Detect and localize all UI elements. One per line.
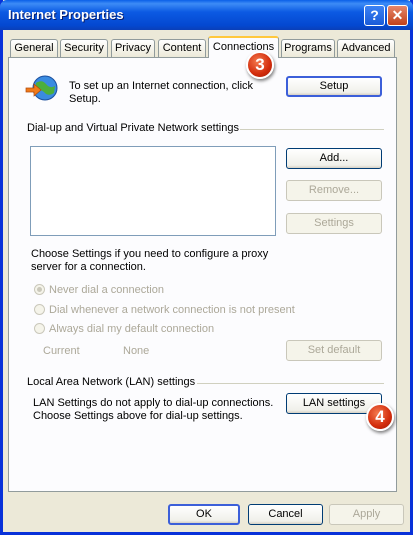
connections-listbox[interactable] (30, 146, 276, 236)
step-4-badge: 4 (366, 403, 394, 431)
close-icon[interactable]: ✕ (387, 5, 408, 26)
apply-button[interactable]: Apply (329, 504, 404, 525)
current-value: None (123, 345, 150, 357)
tab-general[interactable]: General (10, 39, 58, 57)
radio-never-dial-label: Never dial a connection (49, 284, 164, 296)
setup-button[interactable]: Setup (286, 76, 382, 97)
set-default-button[interactable]: Set default (286, 340, 382, 361)
lan-group-label: Local Area Network (LAN) settings (27, 376, 196, 388)
step-3-badge: 3 (246, 51, 274, 79)
proxy-text: Choose Settings if you need to configure… (31, 248, 269, 273)
radio-always-dial[interactable] (34, 323, 45, 334)
radio-dial-whenever[interactable] (34, 304, 45, 315)
settings-button[interactable]: Settings (286, 213, 382, 234)
cancel-button[interactable]: Cancel (248, 504, 323, 525)
lan-group-divider (197, 383, 384, 384)
setup-text: To set up an Internet connection, click … (69, 80, 254, 105)
radio-always-dial-label: Always dial my default connection (49, 323, 215, 335)
current-label: Current (43, 345, 80, 357)
lan-text: LAN Settings do not apply to dial-up con… (33, 397, 274, 422)
title-bar[interactable]: Internet Properties ? ✕ (0, 0, 413, 30)
remove-button[interactable]: Remove... (286, 180, 382, 201)
tab-security[interactable]: Security (60, 39, 108, 57)
tab-content[interactable]: Content (158, 39, 206, 57)
tab-programs[interactable]: Programs (281, 39, 335, 57)
ok-button[interactable]: OK (168, 504, 240, 525)
globe-connection-icon (25, 75, 58, 101)
add-button[interactable]: Add... (286, 148, 382, 169)
dialup-group-label: Dial-up and Virtual Private Network sett… (27, 122, 239, 134)
dialup-group-divider (240, 129, 384, 130)
tab-advanced[interactable]: Advanced (337, 39, 395, 57)
radio-dial-whenever-label: Dial whenever a network connection is no… (49, 304, 295, 316)
window-title: Internet Properties (8, 7, 124, 22)
help-icon[interactable]: ? (364, 5, 385, 26)
tab-privacy[interactable]: Privacy (111, 39, 155, 57)
radio-never-dial[interactable] (34, 284, 45, 295)
